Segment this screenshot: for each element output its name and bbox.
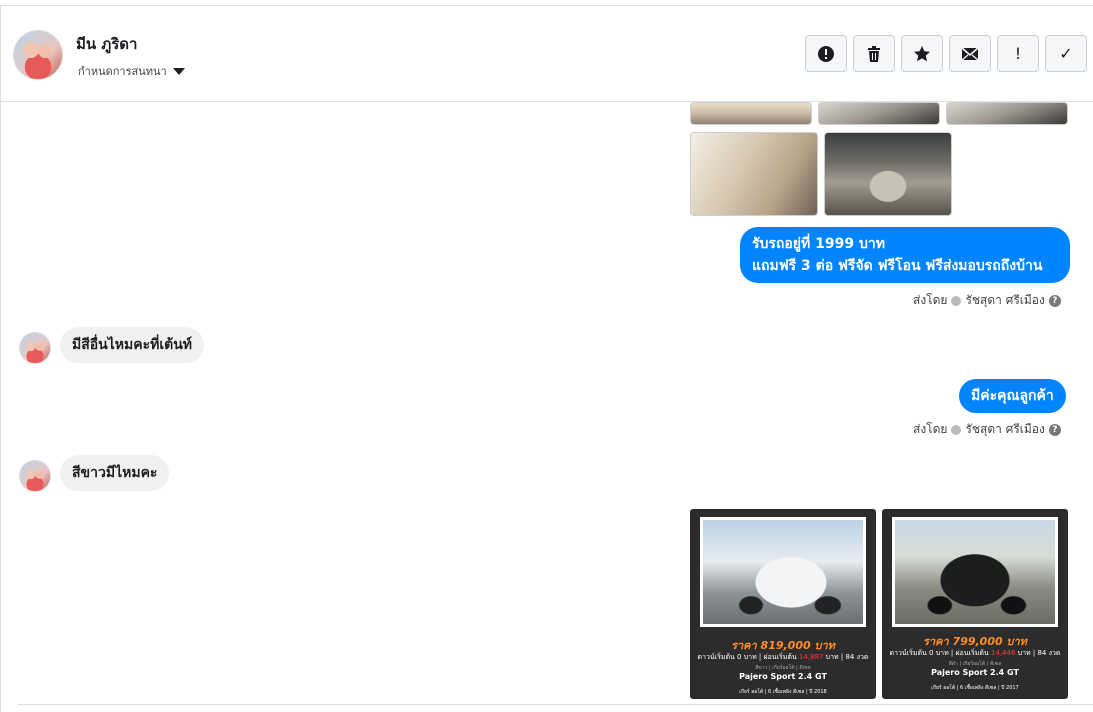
trash-icon xyxy=(868,45,880,62)
attached-photo[interactable] xyxy=(690,132,818,216)
conversation-panel: มีน ภูริดา กำหนดการสนทนา ! ✓ รับรถอยู่ที… xyxy=(0,5,1093,712)
sender-name[interactable]: รัชสุดา ศรีเมือง xyxy=(965,420,1044,439)
car-listing-image[interactable]: ราคา 799,000 บาท ดาวน์เริ่มต้น 0 บาท | ผ… xyxy=(882,509,1068,699)
spam-button[interactable] xyxy=(805,35,847,72)
sender-name[interactable]: รัชสุดา ศรีเมือง xyxy=(965,291,1044,310)
envelope-icon xyxy=(961,46,979,60)
help-icon[interactable]: ? xyxy=(1048,294,1061,307)
listing-terms: ดาวน์เริ่มต้น 0 บาท | ผ่อนเริ่มต้น 14,44… xyxy=(889,649,1061,657)
attached-photo[interactable] xyxy=(818,102,940,125)
contact-name[interactable]: มีน ภูริดา xyxy=(76,32,137,56)
contact-avatar-small[interactable] xyxy=(19,332,51,364)
sent-by-info: ส่งโดย รัชสุดา ศรีเมือง ? xyxy=(913,420,1061,439)
outgoing-message[interactable]: มีค่ะคุณลูกค้า xyxy=(959,379,1066,413)
delete-button[interactable] xyxy=(853,35,895,72)
conversation-settings-dropdown[interactable]: กำหนดการสนทนา xyxy=(78,62,185,80)
contact-avatar-small[interactable] xyxy=(19,460,51,492)
follow-up-button[interactable]: ! xyxy=(997,35,1039,72)
alert-circle-icon xyxy=(818,45,834,62)
contact-avatar[interactable] xyxy=(13,30,63,80)
sent-by-label: ส่งโดย xyxy=(913,422,948,436)
star-icon xyxy=(914,45,930,61)
conversation-settings-label: กำหนดการสนทนา xyxy=(78,65,167,78)
listing-spec: เกียร์ ออโต้ | 6 เชื้อเพลิง ดีเซล | ปี 2… xyxy=(739,689,827,695)
listing-details: สีดำ | เกียร์ออโต้ | ดีเซล xyxy=(948,661,1002,667)
listing-terms: ดาวน์เริ่มต้น 0 บาท | ผ่อนเริ่มต้น 14,88… xyxy=(697,653,869,661)
car-photo xyxy=(700,517,866,627)
incoming-message[interactable]: สีขาวมีไหมคะ xyxy=(60,455,170,491)
car-listing-image[interactable]: ราคา 819,000 บาท ดาวน์เริ่มต้น 0 บาท | ผ… xyxy=(690,509,876,699)
mark-done-button[interactable]: ✓ xyxy=(1045,35,1087,72)
conversation-header: มีน ภูริดา กำหนดการสนทนา ! ✓ xyxy=(1,6,1093,102)
outgoing-message[interactable]: รับรถอยู่ที่ 1999 บาท แถมฟรี 3 ต่อ ฟรีจั… xyxy=(740,227,1070,283)
sent-by-label: ส่งโดย xyxy=(913,293,948,307)
message-line: แถมฟรี 3 ต่อ ฟรีจัด ฟรีโอน ฟรีส่งมอบรถถึ… xyxy=(752,258,1043,274)
star-button[interactable] xyxy=(901,35,943,72)
listing-model: Pajero Sport 2.4 GT xyxy=(739,672,827,681)
conversation-toolbar: ! ✓ xyxy=(805,35,1087,72)
listing-model: Pajero Sport 2.4 GT xyxy=(931,668,1019,677)
verified-icon xyxy=(951,295,962,306)
attached-photo[interactable] xyxy=(946,102,1068,125)
sent-by-info: ส่งโดย รัชสุดา ศรีเมือง ? xyxy=(913,291,1061,310)
help-icon[interactable]: ? xyxy=(1048,423,1061,436)
listing-details: สีขาว | เกียร์ออโต้ | ดีเซล xyxy=(755,665,811,671)
exclamation-icon: ! xyxy=(1014,44,1022,63)
message-line: รับรถอยู่ที่ 1999 บาท xyxy=(752,236,885,252)
check-icon: ✓ xyxy=(1059,44,1073,63)
composer-divider xyxy=(18,704,1093,705)
mark-unread-button[interactable] xyxy=(949,35,991,72)
caret-down-icon xyxy=(172,67,185,75)
listing-spec: เกียร์ ออโต้ | 6 เชื้อเพลิง ดีเซล | ปี 2… xyxy=(931,685,1019,691)
verified-icon xyxy=(951,424,962,435)
attached-photo[interactable] xyxy=(690,102,812,125)
attached-photo[interactable] xyxy=(824,132,952,216)
incoming-message[interactable]: มีสีอื่นไหมคะที่เต้นท์ xyxy=(60,327,205,363)
car-photo xyxy=(892,517,1058,627)
